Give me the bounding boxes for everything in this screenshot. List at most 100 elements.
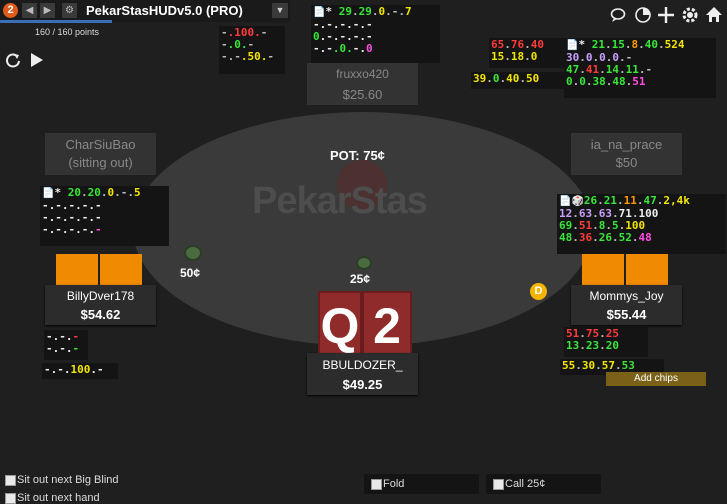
hud-stat: * xyxy=(325,5,339,18)
hud-stat: -. xyxy=(352,42,366,55)
hud-stat: . xyxy=(617,194,624,207)
hud-stat: .0. xyxy=(332,42,353,55)
hud-stat: . xyxy=(657,38,665,51)
hud-stat: -.-.-.-. xyxy=(42,223,95,236)
seat-left[interactable]: CharSiuBao (sitting out) xyxy=(45,133,156,175)
hud-fruxxo-small: -.100.- -.0.- -.-.50.- xyxy=(219,26,285,74)
plus-icon[interactable] xyxy=(657,6,675,24)
hud-stat: 40 xyxy=(506,72,520,85)
hud-line: 0.0.38.48.51 xyxy=(566,76,714,88)
hud-billy[interactable]: 📄* 20.20.0.-.5 -.-.-.-.- -.-.-.-.- -.-.-.-.… xyxy=(40,186,169,246)
hud-ia-mid: 39.0.40.50 xyxy=(471,72,565,89)
seat-hero[interactable]: BBULDOZER_ $49.25 xyxy=(307,353,418,395)
hud-stat: 11 xyxy=(623,194,637,207)
hud-stat: 53 xyxy=(621,359,635,372)
hud-stat: - xyxy=(72,342,80,355)
gear-icon[interactable]: ⚙ xyxy=(62,3,77,18)
hud-stat: 39 xyxy=(473,72,487,85)
fold-checkbox[interactable] xyxy=(371,479,382,490)
card-back xyxy=(626,254,668,288)
home-icon[interactable] xyxy=(705,6,723,24)
seat-mommy[interactable]: Mommys_Joy $55.44 xyxy=(571,285,682,325)
refresh-icon[interactable] xyxy=(5,52,21,68)
hud-stat: .-. xyxy=(385,5,405,18)
notes-icon[interactable]: 📄 xyxy=(566,40,578,51)
chevron-left-icon[interactable]: ◀ xyxy=(22,3,37,18)
hero-card: Q xyxy=(318,291,362,361)
sit-out-hand-checkbox[interactable] xyxy=(5,493,16,504)
chevron-right-icon[interactable]: ▶ xyxy=(40,3,55,18)
sit-out-hand-label[interactable]: Sit out next hand xyxy=(17,492,100,504)
gear-icon[interactable] xyxy=(681,6,699,24)
hud-stat: 5 xyxy=(133,186,141,199)
hud-stat: 29 xyxy=(358,5,372,18)
hud-stat: 52 xyxy=(618,231,632,244)
seat-name: ia_na_prace xyxy=(590,137,663,152)
dice-icon: 🎲 xyxy=(571,196,584,207)
seat-top[interactable]: fruxxo420 $25.60 xyxy=(307,63,418,105)
notes-icon[interactable]: 📄 xyxy=(313,7,325,18)
play-icon[interactable] xyxy=(30,52,44,68)
bet-billy: 50¢ xyxy=(180,266,201,280)
sit-out-bb-label[interactable]: Sit out next Big Blind xyxy=(17,474,119,486)
hud-stat: 20 xyxy=(605,339,619,352)
hud-billy-small: -.-.- -.-.- xyxy=(44,330,88,360)
call-checkbox[interactable] xyxy=(493,479,504,490)
hud-stat: 29 xyxy=(338,5,352,18)
hud-stat: . xyxy=(572,231,579,244)
player-stack: $55.44 xyxy=(606,307,647,322)
chat-icon[interactable] xyxy=(610,7,626,23)
card-back xyxy=(100,254,142,288)
hud-stat: . xyxy=(636,194,644,207)
seat-billy[interactable]: BillyDver178 $54.62 xyxy=(45,285,156,325)
hud-line: -.-.- xyxy=(46,343,86,355)
hud-line: 15.18.0 xyxy=(491,51,563,63)
hud-stat: -.- xyxy=(313,42,333,55)
hud-stat: . xyxy=(592,231,599,244)
seat-right[interactable]: ia_na_prace $50 xyxy=(571,133,682,175)
card-back xyxy=(56,254,98,288)
hud-stat: 51 xyxy=(632,75,646,88)
hud-stat: .-. xyxy=(114,186,134,199)
sit-out-bb-checkbox[interactable] xyxy=(5,475,16,486)
hud-stat: 20 xyxy=(67,186,81,199)
hero-card: 2 xyxy=(362,291,412,361)
timer-icon[interactable] xyxy=(634,6,652,24)
hud-fruxxo[interactable]: 📄* 29.29.0.-.7 -.-.-.-.- 0.-.-.-.- -.-.0.-.… xyxy=(311,5,440,63)
notes-icon[interactable]: 📄 xyxy=(42,188,54,199)
hud-stat: 13 xyxy=(566,339,580,352)
seat-stack: (sitting out) xyxy=(68,155,133,170)
hud-stat: 0 xyxy=(530,50,538,63)
hud-stat: . xyxy=(519,72,526,85)
bet-hero: 25¢ xyxy=(350,272,371,286)
hud-stat: . xyxy=(599,339,606,352)
hud-stat: 0 xyxy=(366,42,373,55)
app-title: PekarStasHUDv5.0 (PRO) xyxy=(86,3,243,18)
hud-stat: 15 xyxy=(491,50,505,63)
hud-stat: 48 xyxy=(612,75,626,88)
hud-stat: 7 xyxy=(404,5,412,18)
hud-stat: 20 xyxy=(87,186,101,199)
hud-stat: .50. xyxy=(240,50,268,63)
fold-label[interactable]: Fold xyxy=(383,478,404,490)
hud-mommy[interactable]: 📄🎲26.21.11.47.2,4k 12.63.63.71.100 69.51.8… xyxy=(557,194,726,254)
seat-name: CharSiuBao xyxy=(65,137,136,152)
notes-icon[interactable]: 📄 xyxy=(559,196,571,207)
hud-stat: * xyxy=(54,186,68,199)
hud-stat: . xyxy=(615,359,622,372)
hud-stat: . xyxy=(631,231,639,244)
player-stack: $49.25 xyxy=(342,377,383,392)
hud-stat: 50 xyxy=(526,72,540,85)
hud-mommy-low: 51.75.25 13.23.20 xyxy=(564,327,648,357)
call-label[interactable]: Call 25¢ xyxy=(505,478,545,490)
triangle-down-icon[interactable]: ▼ xyxy=(272,3,288,18)
hud-stat: 0 xyxy=(492,72,500,85)
hud-stat: 21 xyxy=(603,194,618,207)
player-name: BillyDver178 xyxy=(66,289,135,303)
table-brand: PekarStas xyxy=(252,180,428,222)
hud-ia[interactable]: 📄* 21.15.8.40.524 30.0.0.0.- 47.41.14.11.-… xyxy=(564,38,716,98)
hud-stat: -.-. xyxy=(44,363,71,376)
add-chips-button[interactable]: Add chips xyxy=(606,372,706,386)
hud-stat: . xyxy=(351,5,359,18)
table-badge[interactable]: 2 xyxy=(3,3,18,18)
